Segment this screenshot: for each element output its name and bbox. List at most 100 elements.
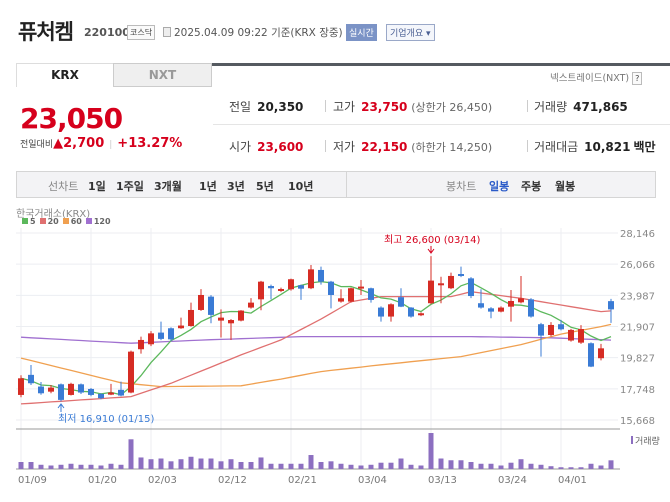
candle-body xyxy=(108,392,114,395)
volume-legend-swatch xyxy=(631,436,633,444)
volume-bar xyxy=(518,459,524,469)
volume-bar xyxy=(448,460,454,469)
x-tick-label: 03/13 xyxy=(428,475,457,486)
candle xyxy=(208,295,214,324)
y-tick-label: 15,668 xyxy=(620,416,655,427)
candle-body xyxy=(218,317,224,321)
volume-bar xyxy=(438,458,444,469)
volume-bar xyxy=(468,462,474,469)
candle xyxy=(148,331,154,347)
volume-bar xyxy=(588,463,594,469)
x-tick-label: 04/01 xyxy=(558,475,587,486)
candle-body xyxy=(68,383,74,395)
volume-bar xyxy=(508,462,514,469)
x-tick-label: 01/20 xyxy=(88,475,117,486)
volume-bar xyxy=(288,463,294,469)
candle xyxy=(368,287,374,303)
volume-bar xyxy=(78,464,84,469)
volume-bar xyxy=(398,458,404,469)
volume-bar xyxy=(128,439,134,469)
candle xyxy=(488,307,494,319)
volume-bar xyxy=(318,462,324,469)
candle-body xyxy=(368,288,374,300)
candle-body xyxy=(38,386,44,394)
candle xyxy=(248,298,254,309)
candle-body xyxy=(418,313,424,316)
volume-bar xyxy=(178,459,184,469)
candle xyxy=(288,278,294,291)
candle xyxy=(518,275,524,304)
candle-body xyxy=(178,325,184,329)
candle-body xyxy=(548,324,554,335)
volume-bar xyxy=(408,464,414,469)
candle xyxy=(138,336,144,354)
candle xyxy=(88,388,94,397)
candle-body xyxy=(58,384,64,400)
volume-bar xyxy=(598,465,604,469)
volume-bar xyxy=(498,465,504,469)
candle xyxy=(298,284,304,300)
candle xyxy=(108,383,114,396)
candle-body xyxy=(358,286,364,289)
volume-bar xyxy=(458,460,464,469)
candle xyxy=(398,288,404,308)
candle-body xyxy=(588,343,594,367)
volume-bar xyxy=(208,458,214,469)
ma60-line xyxy=(20,323,612,388)
candle xyxy=(448,272,454,290)
candle xyxy=(598,343,604,361)
low-annotation: 최저 16,910 (01/15) xyxy=(58,413,154,425)
candle-body xyxy=(168,328,174,340)
candle xyxy=(348,287,354,303)
volume-bar xyxy=(378,462,384,469)
candle-body xyxy=(138,339,144,350)
candle xyxy=(358,279,364,295)
x-tick-label: 03/04 xyxy=(358,475,387,486)
candle-body xyxy=(458,274,464,277)
candle-body xyxy=(118,389,124,396)
candle-body xyxy=(578,329,584,343)
candle-body xyxy=(348,288,354,302)
volume-bar xyxy=(258,457,264,469)
candle-body xyxy=(318,269,324,282)
candle xyxy=(568,328,574,342)
candle-body xyxy=(48,387,54,392)
candle xyxy=(228,319,234,340)
candle xyxy=(278,287,284,293)
candle xyxy=(578,325,584,344)
candle-body xyxy=(608,301,614,310)
y-tick-label: 21,907 xyxy=(620,323,655,334)
candle xyxy=(498,306,504,313)
x-tick-label: 01/09 xyxy=(18,475,47,486)
candle xyxy=(388,303,394,322)
volume-bar xyxy=(278,463,284,469)
high-annotation: 최고 26,600 (03/14) xyxy=(384,234,480,246)
candle xyxy=(378,306,384,322)
candle-body xyxy=(188,309,194,327)
y-tick-label: 23,987 xyxy=(620,291,655,302)
candle-body xyxy=(278,288,284,291)
down-arrow-icon xyxy=(427,246,435,254)
candle-body xyxy=(158,332,164,339)
candle xyxy=(168,327,174,341)
candle xyxy=(128,350,134,394)
volume-bar xyxy=(38,464,44,469)
candle xyxy=(458,266,464,278)
candle xyxy=(188,302,194,327)
volume-bar xyxy=(568,467,574,469)
volume-bar xyxy=(538,464,544,469)
volume-bar xyxy=(388,462,394,469)
volume-bar xyxy=(88,464,94,469)
volume-bar xyxy=(58,464,64,469)
candle-body xyxy=(198,294,204,310)
candle-body xyxy=(518,298,524,303)
volume-bar xyxy=(338,463,344,469)
candle xyxy=(58,383,64,402)
volume-bar xyxy=(48,465,54,469)
candle xyxy=(558,319,564,331)
volume-bar xyxy=(328,461,334,469)
candle-body xyxy=(308,269,314,289)
volume-bar xyxy=(418,465,424,469)
volume-bar xyxy=(248,462,254,469)
volume-bar xyxy=(368,464,374,469)
